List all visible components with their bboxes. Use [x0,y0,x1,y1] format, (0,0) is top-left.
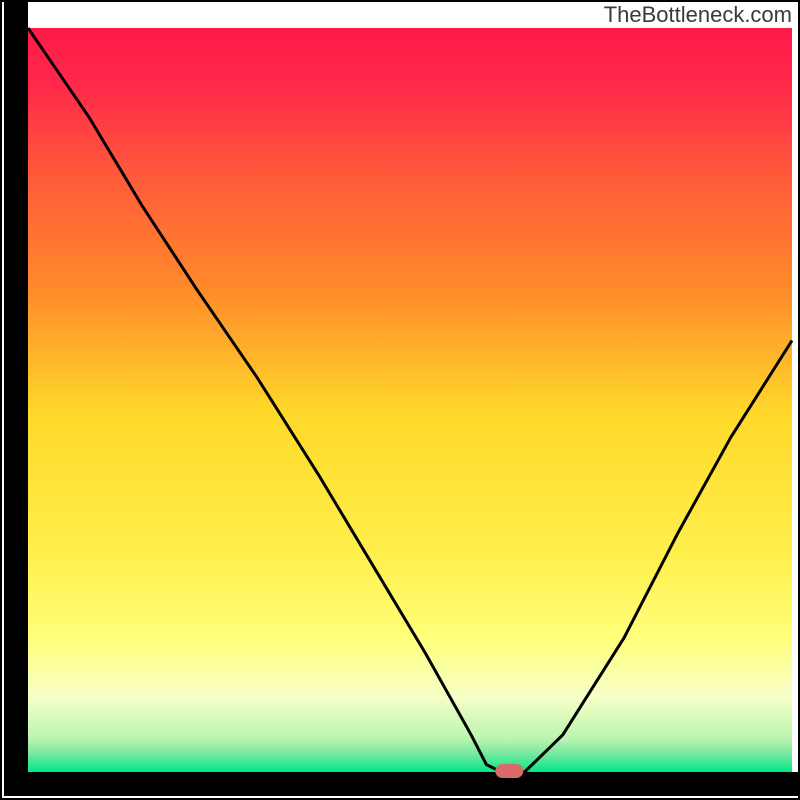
bottleneck-chart [0,0,800,800]
top-margin [0,0,800,28]
chart-container: TheBottleneck.com [0,0,800,800]
optimal-marker [495,764,523,778]
heatmap-background [28,28,792,772]
